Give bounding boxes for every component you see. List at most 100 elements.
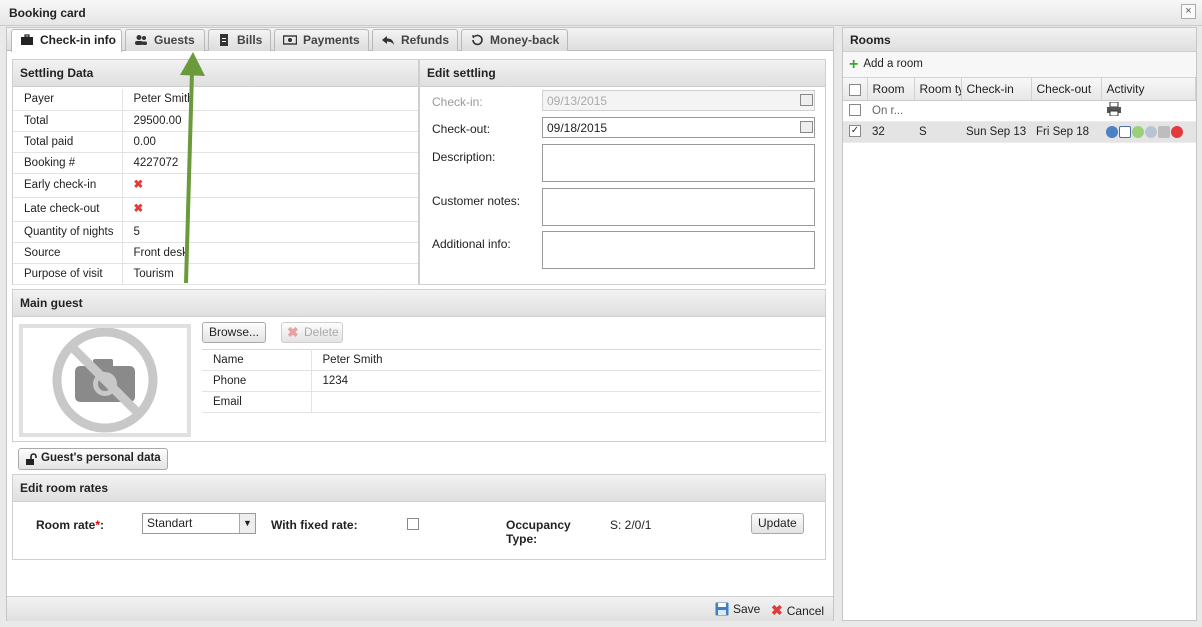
checkin-cell bbox=[961, 100, 1031, 122]
row-checkbox[interactable]: ✓ bbox=[849, 125, 861, 138]
checkin-cell: Sun Sep 13 bbox=[961, 121, 1031, 143]
table-row[interactable]: ✓ 32 S Sun Sep 13 Fri Sep 18 bbox=[843, 121, 1196, 143]
tab-money-back[interactable]: Money-back bbox=[461, 29, 568, 51]
activity-cell bbox=[1101, 121, 1196, 143]
tab-bills[interactable]: Bills bbox=[208, 29, 271, 51]
check-icon[interactable] bbox=[1132, 125, 1144, 138]
checkout-label: Check-out: bbox=[432, 122, 491, 136]
reply-icon bbox=[382, 36, 394, 45]
main-guest-table: Name Peter Smith Phone 1234 Email bbox=[202, 349, 821, 413]
table-row[interactable]: On r... bbox=[843, 100, 1196, 122]
customer-notes-field[interactable] bbox=[542, 188, 815, 226]
user-icon[interactable] bbox=[1145, 125, 1157, 138]
checkout-field[interactable]: 09/18/2015 bbox=[542, 117, 815, 138]
description-field[interactable] bbox=[542, 144, 815, 182]
edit-settling-section: Edit settling Check-in: 09/13/2015 Check… bbox=[419, 59, 826, 285]
footer-bar: Save ✖ Cancel bbox=[7, 596, 833, 621]
tab-payments[interactable]: Payments bbox=[274, 29, 369, 51]
list-icon[interactable] bbox=[1119, 125, 1131, 138]
undo-icon bbox=[472, 34, 483, 46]
remove-icon[interactable] bbox=[1171, 125, 1183, 138]
column-header-check-in[interactable]: Check-in bbox=[961, 78, 1032, 101]
add-room-button[interactable]: + Add a room bbox=[849, 57, 923, 73]
calendar-icon[interactable] bbox=[800, 121, 813, 133]
printer-icon[interactable] bbox=[1106, 101, 1122, 117]
room-cell: On r... bbox=[867, 100, 914, 122]
room-rate-select[interactable]: Standart ▼ bbox=[142, 513, 256, 534]
update-button[interactable]: Update bbox=[751, 513, 804, 534]
table-row: Email bbox=[202, 391, 821, 413]
select-all-header[interactable] bbox=[843, 78, 868, 101]
booking-panel: Check-in info Guests Bills Payments Refu… bbox=[6, 27, 834, 621]
guest-field-value: 1234 bbox=[311, 370, 821, 392]
floppy-disk-icon bbox=[715, 602, 729, 616]
table-row: Early check-in ✖ bbox=[13, 173, 418, 198]
tab-guests[interactable]: Guests bbox=[125, 29, 205, 51]
users-icon bbox=[135, 35, 147, 45]
description-label: Description: bbox=[432, 150, 496, 164]
settling-data-table: Payer Peter Smith Total 29500.00 Total paid 0… bbox=[13, 89, 418, 285]
window-titlebar: Booking card × bbox=[0, 0, 1202, 26]
column-header-check-out[interactable]: Check-out bbox=[1031, 78, 1102, 101]
checkin-field: 09/13/2015 bbox=[542, 90, 815, 111]
settling-value: 4227072 bbox=[122, 152, 418, 174]
rooms-toolbar: + Add a room bbox=[843, 52, 1196, 78]
room-rates-title: Edit room rates bbox=[13, 475, 825, 502]
tab-bar: Check-in info Guests Bills Payments Refu… bbox=[7, 28, 833, 52]
tab-refunds[interactable]: Refunds bbox=[372, 29, 458, 51]
table-row: Purpose of visit Tourism bbox=[13, 263, 418, 285]
table-row: Payer Peter Smith bbox=[13, 89, 418, 111]
cancel-button[interactable]: ✖ Cancel bbox=[771, 602, 824, 619]
table-row: Quantity of nights 5 bbox=[13, 221, 418, 243]
column-header-activity[interactable]: Activity bbox=[1101, 78, 1196, 101]
table-row: Phone 1234 bbox=[202, 370, 821, 392]
save-button[interactable]: Save bbox=[715, 602, 760, 616]
guest-field-value: Peter Smith bbox=[311, 349, 821, 371]
chevron-down-icon[interactable]: ▼ bbox=[239, 514, 255, 533]
table-row: Name Peter Smith bbox=[202, 349, 821, 371]
room-cell: 32 bbox=[867, 121, 914, 143]
document-icon bbox=[220, 34, 228, 46]
rooms-title: Rooms bbox=[843, 28, 1196, 52]
fixed-rate-checkbox[interactable] bbox=[407, 518, 419, 530]
settling-data-section: Settling Data Payer Peter Smith Total 29500… bbox=[12, 59, 419, 285]
table-row: Late check-out ✖ bbox=[13, 197, 418, 222]
settling-label: Booking # bbox=[13, 152, 123, 174]
guest-icon[interactable] bbox=[1106, 125, 1118, 138]
window-title: Booking card bbox=[9, 6, 86, 20]
guest-personal-data-button[interactable]: Guest's personal data bbox=[18, 448, 168, 470]
settling-value: Front desk bbox=[122, 242, 418, 264]
settling-label: Payer bbox=[13, 89, 123, 111]
close-icon[interactable]: × bbox=[1181, 4, 1196, 19]
room-type-cell: S bbox=[914, 121, 961, 143]
fixed-rate-label: With fixed rate: bbox=[271, 518, 358, 532]
guest-field-value bbox=[311, 391, 821, 413]
room-rates-section: Edit room rates Room rate*: Standart ▼ W… bbox=[12, 474, 826, 560]
settling-value: Tourism bbox=[122, 263, 418, 285]
guest-field-label: Phone bbox=[202, 370, 312, 392]
column-header-room[interactable]: Room bbox=[867, 78, 915, 101]
row-checkbox[interactable] bbox=[849, 104, 861, 117]
money-icon bbox=[283, 35, 297, 45]
checkin-label: Check-in: bbox=[432, 95, 483, 109]
settling-value: 29500.00 bbox=[122, 110, 418, 132]
delete-x-icon: ✖ bbox=[287, 324, 299, 340]
table-row: Booking #4227072 bbox=[13, 152, 418, 174]
settling-value: ✖ bbox=[122, 197, 418, 222]
door-icon[interactable] bbox=[1158, 125, 1170, 138]
customer-notes-label: Customer notes: bbox=[432, 194, 521, 208]
additional-info-field[interactable] bbox=[542, 231, 815, 269]
column-header-room-type[interactable]: Room ty bbox=[914, 78, 962, 101]
checkout-cell: Fri Sep 18 bbox=[1031, 121, 1101, 143]
briefcase-icon bbox=[21, 34, 33, 45]
guest-photo bbox=[19, 324, 191, 437]
select-all-checkbox[interactable] bbox=[849, 83, 861, 96]
no-photo-icon bbox=[52, 327, 158, 433]
activity-cell bbox=[1101, 100, 1196, 122]
occupancy-type-label: Occupancy Type: bbox=[506, 518, 571, 546]
browse-button[interactable]: Browse... bbox=[202, 322, 267, 343]
additional-info-label: Additional info: bbox=[432, 237, 511, 251]
table-row: Source Front desk bbox=[13, 242, 418, 264]
calendar-icon bbox=[800, 94, 813, 106]
tab-check-in-info[interactable]: Check-in info bbox=[11, 29, 122, 52]
